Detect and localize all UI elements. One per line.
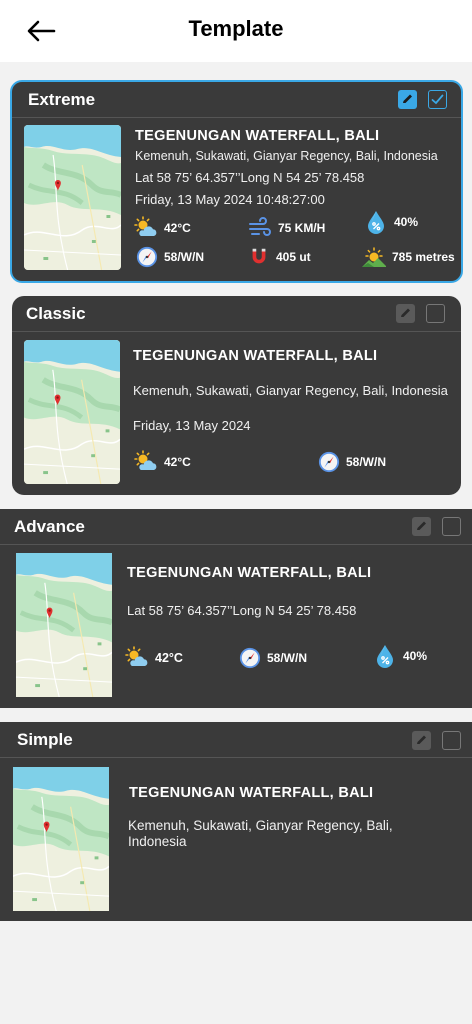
pencil-icon [403, 94, 412, 103]
date-text: Friday, 13 May 2024 [133, 418, 251, 433]
compass-icon [318, 451, 340, 473]
address-text: Kemenuh, Sukawati, Gianyar Regency, Bali… [128, 818, 393, 849]
place-name: TEGENUNGAN WATERFALL, BALI [133, 348, 378, 364]
map-thumbnail [24, 340, 120, 484]
wind-stat: 75 KM/H [248, 216, 325, 240]
edit-button[interactable] [412, 517, 431, 536]
compass-icon [239, 647, 261, 669]
direction-stat: 58/W/N [318, 451, 386, 473]
water-drop-icon [364, 210, 388, 234]
address-text: Kemenuh, Sukawati, Gianyar Regency, Bali… [133, 383, 448, 398]
place-name: TEGENUNGAN WATERFALL, BALI [127, 565, 372, 581]
pencil-icon [417, 735, 426, 744]
coordinates-text: Lat 58 75’ 64.357’’Long N 54 25’ 78.458 [135, 170, 365, 185]
humidity-stat: 40% [373, 644, 427, 668]
magnetic-stat: 405 ut [248, 246, 311, 268]
card-header: Extreme [12, 82, 461, 118]
edit-button[interactable] [398, 90, 417, 109]
checkmark-icon [431, 94, 444, 105]
page-title: Template [188, 16, 284, 41]
temperature-stat: 42°C [134, 216, 191, 240]
wind-icon [248, 216, 272, 240]
sun-cloud-icon [125, 646, 149, 670]
temperature-stat: 42°C [125, 646, 183, 670]
edit-button[interactable] [412, 731, 431, 750]
card-header: Classic [12, 296, 461, 332]
altitude-stat: 785 metres [362, 245, 455, 269]
datetime-text: Friday, 13 May 2024 10:48:27:00 [135, 192, 325, 207]
app-header: Template [0, 0, 472, 62]
sunrise-mountain-icon [362, 245, 386, 269]
magnet-icon [248, 246, 270, 268]
map-thumbnail [13, 767, 109, 911]
temperature-stat: 42°C [134, 450, 191, 474]
water-drop-icon [373, 644, 397, 668]
coordinates-text: Lat 58 75’ 64.357’’Long N 54 25’ 78.458 [127, 603, 357, 618]
address-text: Kemenuh, Sukawati, Gianyar Regency, Bali… [135, 149, 438, 163]
direction-stat: 58/W/N [136, 246, 204, 268]
template-card-extreme[interactable]: Extreme TEGENUNGAN WATERFALL, BALI Kemen… [10, 80, 463, 283]
map-thumbnail [16, 553, 112, 697]
template-name: Simple [17, 730, 73, 749]
place-name: TEGENUNGAN WATERFALL, BALI [129, 785, 374, 801]
direction-stat: 58/W/N [239, 647, 307, 669]
template-name: Extreme [28, 90, 96, 109]
pencil-icon [401, 308, 410, 317]
place-name: TEGENUNGAN WATERFALL, BALI [135, 128, 380, 144]
edit-button[interactable] [396, 304, 415, 323]
template-card-advance[interactable]: Advance TEGENUNGAN WATERFALL, BALI Lat 5… [0, 509, 472, 708]
template-name: Advance [14, 517, 85, 536]
sun-cloud-icon [134, 450, 158, 474]
template-card-classic[interactable]: Classic TEGENUNGAN WATERFALL, BALI Kemen… [12, 296, 461, 495]
template-name: Classic [26, 304, 86, 323]
card-header: Simple [0, 722, 472, 758]
select-checkbox[interactable] [426, 304, 445, 323]
sun-cloud-icon [134, 216, 158, 240]
select-checkbox[interactable] [442, 517, 461, 536]
map-thumbnail [24, 125, 121, 270]
select-checkbox[interactable] [442, 731, 461, 750]
compass-icon [136, 246, 158, 268]
humidity-stat: 40% [364, 210, 418, 234]
pencil-icon [417, 521, 426, 530]
template-card-simple[interactable]: Simple TEGENUNGAN WATERFALL, BALI Kemenu… [0, 722, 472, 921]
card-header: Advance [0, 509, 472, 545]
select-checkbox[interactable] [428, 90, 447, 109]
